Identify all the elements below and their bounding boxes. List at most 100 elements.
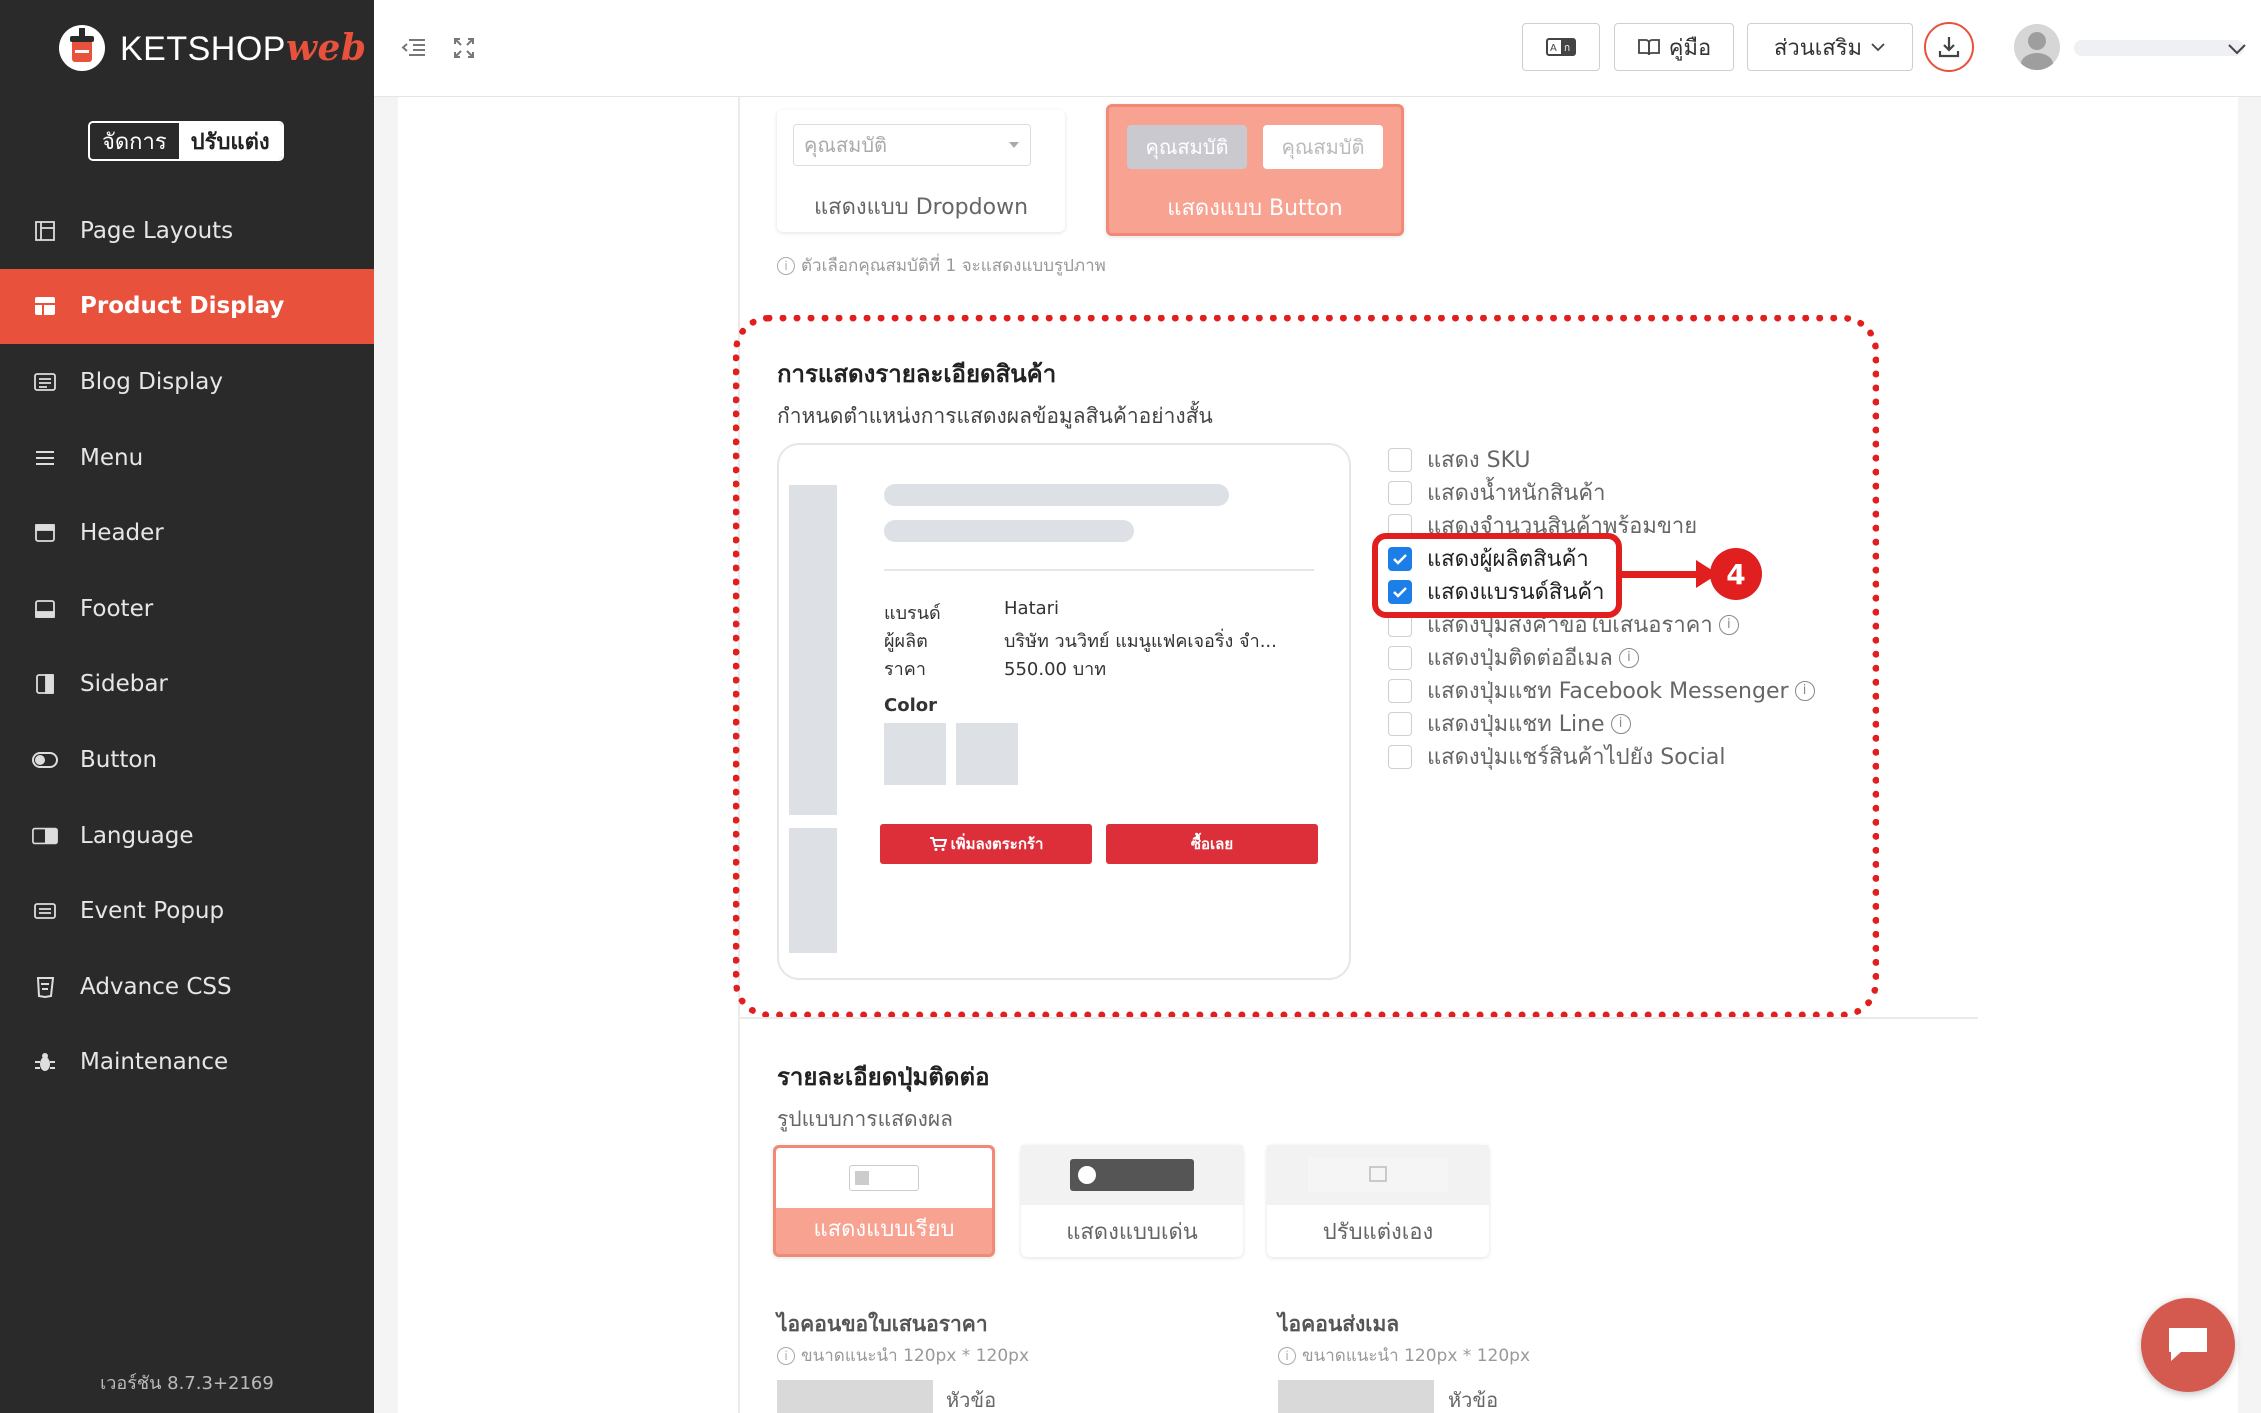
sidebar-item-label: Header (80, 520, 164, 547)
quote-icon-upload[interactable] (777, 1380, 933, 1413)
chat-fab-button[interactable] (2141, 1298, 2235, 1392)
checkbox[interactable] (1388, 678, 1412, 703)
sidebar-item-event-popup[interactable]: Event Popup (0, 873, 374, 949)
logo-mark-icon (58, 22, 106, 74)
collapse-sidebar-icon[interactable] (399, 33, 429, 63)
option-row[interactable]: แสดงปุ่มแชท Line i (1388, 707, 1631, 740)
checkbox[interactable] (1388, 645, 1412, 670)
layout-icon (32, 218, 58, 244)
chevron-down-icon (1871, 43, 1885, 52)
checkbox[interactable] (1388, 744, 1412, 769)
mode-manage[interactable]: จัดการ (90, 123, 179, 159)
checkbox[interactable] (1388, 711, 1412, 736)
option-row[interactable]: แสดงปุ่มติดต่ออีเมล i (1388, 641, 1639, 674)
manual-button[interactable]: คู่มือ (1614, 23, 1734, 71)
cart-icon (929, 837, 947, 851)
mail-icon-hint-text: ขนาดแนะนำ 120px * 120px (1302, 1346, 1531, 1366)
sidebar-item-blog-display[interactable]: Blog Display (0, 344, 374, 420)
arrow-shaft (1622, 571, 1704, 578)
sidebar-item-product-display[interactable]: Product Display (0, 268, 374, 345)
download-button[interactable] (1924, 22, 1974, 72)
user-name-placeholder[interactable] (2074, 40, 2244, 56)
preview-buy-now-button: ซื้อเลย (1106, 824, 1318, 864)
sidebar: KETSHOPweb จัดการ ปรับแต่ง Page Layouts P… (0, 0, 374, 1413)
bug-icon (32, 1049, 58, 1075)
sidebar-item-advance-css[interactable]: Advance CSS (0, 949, 374, 1025)
sidebar-item-button[interactable]: Button (0, 722, 374, 798)
topbar: Aก คู่มือ ส่วนเสริม (374, 0, 2261, 97)
step-badge: 4 (1710, 548, 1762, 600)
quote-icon-hint-text: ขนาดแนะนำ 120px * 120px (801, 1346, 1030, 1366)
mail-icon-title: ไอคอนส่งเมล (1278, 1312, 1400, 1336)
info-icon[interactable]: i (1610, 713, 1631, 734)
contact-style-custom[interactable]: ปรับแต่งเอง (1267, 1145, 1489, 1257)
language-switch-button[interactable]: Aก (1522, 23, 1600, 71)
buy-now-label: ซื้อเลย (1190, 835, 1234, 853)
attribute-button-option[interactable]: คุณสมบัติ คุณสมบัติ แสดงแบบ Button (1106, 104, 1404, 236)
preview-subtitle-line (884, 520, 1134, 542)
sidebar-item-label: Sidebar (80, 671, 168, 698)
product-preview: แบรนด์ Hatari ผู้ผลิต บริษัท วนวิทย์ แมน… (777, 443, 1351, 980)
section-divider (738, 1017, 1978, 1019)
option-label: แสดงปุ่มติดต่ออีเมล (1427, 646, 1613, 671)
download-icon (1938, 37, 1960, 58)
language-icon: Aก (1546, 38, 1576, 56)
sidebar-item-label: Product Display (80, 293, 285, 320)
sidebar-item-label: Footer (80, 595, 154, 622)
user-menu-chevron-icon[interactable] (2227, 40, 2247, 59)
sidebar-item-label: Event Popup (80, 898, 225, 925)
chat-icon (2169, 1328, 2207, 1361)
image-placeholder-icon (1308, 1158, 1448, 1192)
blog-icon (32, 369, 58, 395)
mode-toggle: จัดการ ปรับแต่ง (88, 121, 284, 161)
sidebar-item-page-layouts[interactable]: Page Layouts (0, 193, 374, 269)
select-placeholder: คุณสมบัติ (804, 133, 888, 157)
contact-buttons-title: รายละเอียดปุ่มติดต่อ (777, 1063, 990, 1091)
button-sample-1: คุณสมบัติ (1127, 125, 1247, 169)
option-label: แสดงน้ำหนักสินค้า (1427, 481, 1606, 506)
prominent-style-caption: แสดงแบบเด่น (1066, 1219, 1198, 1245)
preview-add-to-cart-button: เพิ่มลงตระกร้า (880, 824, 1092, 864)
checkbox[interactable] (1388, 480, 1412, 505)
sidebar-item-sidebar[interactable]: Sidebar (0, 647, 374, 723)
info-icon[interactable]: i (1794, 680, 1815, 701)
avatar[interactable] (2014, 24, 2060, 70)
preview-brand-label: แบรนด์ (884, 603, 941, 624)
option-row[interactable]: แสดงปุ่มแชร์สินค้าไปยัง Social (1388, 740, 1725, 773)
option-label: แสดงปุ่มแชร์สินค้าไปยัง Social (1427, 745, 1726, 770)
sidebar-item-maintenance[interactable]: Maintenance (0, 1025, 374, 1101)
fullscreen-icon[interactable] (449, 33, 479, 63)
mode-customize[interactable]: ปรับแต่ง (178, 123, 282, 159)
info-icon[interactable]: i (1718, 614, 1739, 635)
sidebar-item-header[interactable]: Header (0, 495, 374, 571)
option-row[interactable]: แสดง SKU (1388, 443, 1531, 476)
prominent-style-thumb (1021, 1145, 1243, 1205)
addons-dropdown[interactable]: ส่วนเสริม (1747, 23, 1913, 71)
checkbox[interactable] (1388, 447, 1412, 472)
contact-buttons-subtitle: รูปแบบการแสดงผล (777, 1107, 954, 1131)
sidebar-item-language[interactable]: Language (0, 798, 374, 874)
attribute-dropdown-option[interactable]: คุณสมบัติ แสดงแบบ Dropdown (777, 110, 1065, 232)
contact-style-plain[interactable]: แสดงแบบเรียบ (773, 1145, 995, 1257)
preview-price-value: 550.00 บาท (1004, 659, 1107, 680)
sidebar-item-menu[interactable]: Menu (0, 420, 374, 496)
sidebar-item-label: Menu (80, 444, 144, 471)
addons-label: ส่วนเสริม (1773, 35, 1863, 61)
option-row[interactable]: แสดงน้ำหนักสินค้า (1388, 476, 1605, 509)
option-label: แสดงปุ่มแชท Facebook Messenger (1427, 679, 1789, 704)
contact-style-prominent[interactable]: แสดงแบบเด่น (1021, 1145, 1243, 1257)
preview-swatch-1 (884, 723, 946, 785)
css-icon (32, 974, 58, 1000)
attribute-hint-text: ตัวเลือกคุณสมบัติที่ 1 จะแสดงแบบรูปภาพ (801, 256, 1106, 276)
preview-maker-value: บริษัท วนวิทย์ แมนูแฟคเจอริ่ง จำ... (1004, 631, 1277, 652)
product-detail-subtitle: กำหนดตำแหน่งการแสดงผลข้อมูลสินค้าอย่างสั… (777, 404, 1213, 428)
attribute-hint: i ตัวเลือกคุณสมบัติที่ 1 จะแสดงแบบรูปภาพ (777, 252, 1106, 279)
brand-logo[interactable]: KETSHOPweb (58, 22, 367, 74)
app-version: เวอร์ชัน 8.7.3+2169 (100, 1373, 274, 1394)
preview-thumb-placeholder (789, 828, 837, 953)
info-icon: i (777, 256, 795, 275)
info-icon[interactable]: i (1618, 647, 1639, 668)
sidebar-item-footer[interactable]: Footer (0, 571, 374, 647)
option-row[interactable]: แสดงปุ่มแชท Facebook Messenger i (1388, 674, 1815, 707)
mail-icon-upload[interactable] (1278, 1380, 1434, 1413)
